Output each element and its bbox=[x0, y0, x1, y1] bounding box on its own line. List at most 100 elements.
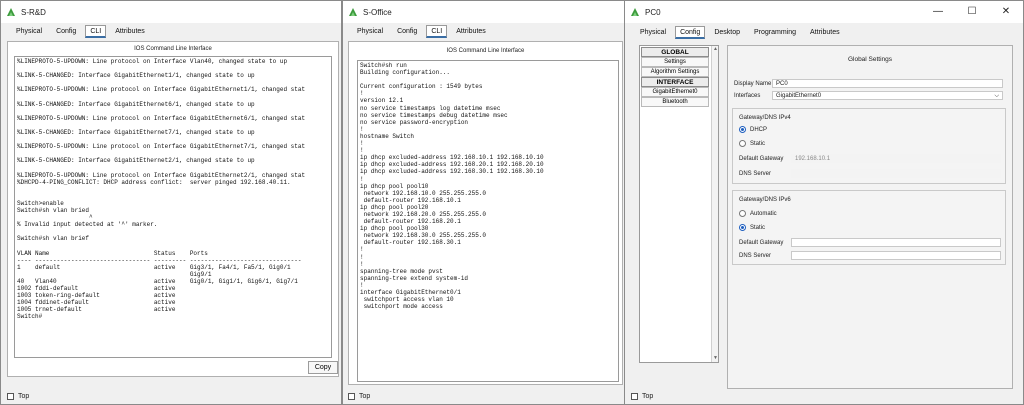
tab-physical[interactable]: Physical bbox=[11, 25, 47, 38]
top-label: Top bbox=[18, 393, 30, 400]
dhcp-label: DHCP bbox=[750, 126, 768, 133]
cli-terminal[interactable]: %LINEPROTO-5-UPDOWN: Line protocol on In… bbox=[14, 56, 332, 358]
top-checkbox[interactable]: Top bbox=[631, 393, 653, 400]
tab-attributes[interactable]: Attributes bbox=[110, 25, 150, 38]
copy-button[interactable]: Copy bbox=[308, 361, 338, 374]
nav-item[interactable]: Settings bbox=[641, 57, 709, 67]
terminal-line: Switch>enable bbox=[17, 199, 64, 207]
device-tabs: Physical Config CLI Attributes bbox=[352, 25, 624, 39]
terminal-line: 1 default active Gig3/1, Fa4/1, Fa5/1, G… bbox=[17, 263, 291, 271]
window-titlebar[interactable]: PC0 — ☐ ✕ bbox=[625, 1, 1023, 23]
checkbox-box[interactable] bbox=[348, 393, 355, 400]
terminal-line: 1004 fddinet-default active bbox=[17, 299, 176, 307]
nav-item[interactable]: Algorithm Settings bbox=[641, 67, 709, 77]
radio-selected-icon[interactable] bbox=[739, 126, 746, 133]
tab-physical[interactable]: Physical bbox=[352, 25, 388, 38]
terminal-line: ip dhcp pool pool30 bbox=[360, 225, 429, 233]
ipv6-dns-label: DNS Server bbox=[739, 253, 772, 259]
terminal-line: network 192.168.10.0 255.255.255.0 bbox=[360, 189, 487, 197]
ipv6-title: Gateway/DNS IPv6 bbox=[739, 197, 791, 203]
terminal-line: no service timestamps debug datetime mse… bbox=[360, 111, 508, 119]
nav-scrollbar[interactable]: ▲ ▼ bbox=[711, 46, 718, 362]
window-title: PC0 bbox=[645, 7, 661, 17]
terminal-line: %LINK-5-CHANGED: Interface GigabitEthern… bbox=[17, 157, 255, 165]
ipv4-gateway-label: Default Gateway bbox=[739, 156, 784, 162]
terminal-line: switchport mode access bbox=[360, 303, 443, 311]
terminal-line: interface GigabitEthernet0/1 bbox=[360, 289, 461, 296]
display-name-field[interactable]: PC0 bbox=[772, 79, 1003, 88]
tab-config[interactable]: Config bbox=[392, 25, 422, 38]
interfaces-value: GigabitEthernet0 bbox=[776, 93, 822, 99]
terminal-line: no service timestamps log datetime msec bbox=[360, 104, 501, 112]
cli-panel-title: IOS Command Line Interface bbox=[134, 46, 212, 52]
ipv4-dns-field[interactable] bbox=[791, 169, 1001, 178]
ipv6-automatic-radio[interactable]: Automatic bbox=[739, 210, 777, 217]
chevron-down-icon[interactable]: ⌵ bbox=[994, 92, 999, 100]
section-title: Global Settings bbox=[847, 56, 893, 63]
terminal-line: %LINEPROTO-5-UPDOWN: Line protocol on In… bbox=[17, 86, 306, 94]
terminal-line: Building configuration... bbox=[360, 69, 451, 77]
terminal-line: Switch#sh vlan bried bbox=[17, 206, 90, 214]
radio-unselected-icon[interactable] bbox=[739, 210, 746, 217]
scroll-down-icon[interactable]: ▼ bbox=[712, 355, 719, 362]
checkbox-box[interactable] bbox=[631, 393, 638, 400]
static-label: Static bbox=[750, 140, 766, 147]
cli-panel-title: IOS Command Line Interface bbox=[446, 48, 525, 54]
ipv6-dns-field[interactable] bbox=[791, 251, 1001, 260]
terminal-line: ! bbox=[360, 281, 364, 289]
terminal-line: version 12.1 bbox=[360, 97, 404, 105]
close-button[interactable]: ✕ bbox=[989, 1, 1023, 23]
tab-attributes[interactable]: Attributes bbox=[805, 26, 845, 39]
nav-item[interactable]: Bluetooth bbox=[641, 97, 709, 107]
terminal-line: Switch# bbox=[17, 313, 43, 321]
minimize-button[interactable]: — bbox=[921, 1, 955, 23]
tab-attributes[interactable]: Attributes bbox=[451, 25, 491, 38]
terminal-line: ! bbox=[360, 140, 364, 148]
tab-config[interactable]: Config bbox=[51, 25, 81, 38]
window-controls: — ☐ ✕ bbox=[921, 1, 1023, 23]
radio-unselected-icon[interactable] bbox=[739, 140, 746, 147]
cli-terminal[interactable]: Switch#sh run Building configuration... Cu… bbox=[357, 60, 619, 382]
tab-config[interactable]: Config bbox=[675, 26, 706, 39]
ipv4-gateway-field[interactable]: 192.168.10.1 bbox=[791, 154, 1001, 163]
packet-tracer-icon bbox=[7, 8, 15, 16]
maximize-button[interactable]: ☐ bbox=[955, 1, 989, 23]
terminal-line: Switch#sh vlan brief bbox=[17, 235, 90, 243]
window-titlebar[interactable]: S-R&D bbox=[1, 1, 341, 23]
tab-cli[interactable]: CLI bbox=[85, 25, 107, 38]
ipv4-static-radio[interactable]: Static bbox=[739, 140, 765, 147]
tab-physical[interactable]: Physical bbox=[635, 26, 671, 39]
ipv6-gateway-field[interactable] bbox=[791, 238, 1001, 247]
nav-item[interactable]: GigabitEthernet0 bbox=[641, 87, 709, 97]
top-checkbox[interactable]: Top bbox=[7, 393, 29, 400]
top-checkbox[interactable]: Top bbox=[348, 393, 370, 400]
tab-programming[interactable]: Programming bbox=[749, 26, 801, 39]
ipv6-static-radio[interactable]: Static bbox=[739, 224, 765, 231]
interfaces-select[interactable]: GigabitEthernet0 ⌵ bbox=[772, 91, 1003, 100]
terminal-line: default-router 192.168.30.1 bbox=[360, 239, 461, 247]
ipv4-group: Gateway/DNS IPv4 DHCP Static Default Gat… bbox=[732, 108, 1006, 184]
window-s-rnd: S-R&D Physical Config CLI Attributes IOS… bbox=[0, 0, 342, 405]
tab-cli[interactable]: CLI bbox=[426, 25, 448, 38]
terminal-line: ! bbox=[360, 246, 364, 254]
terminal-line: %LINK-5-CHANGED: Interface GigabitEthern… bbox=[17, 72, 255, 80]
terminal-line: spanning-tree extend system-id bbox=[360, 274, 469, 282]
window-titlebar[interactable]: S-Office bbox=[343, 1, 624, 23]
scroll-up-icon[interactable]: ▲ bbox=[712, 46, 719, 53]
top-label: Top bbox=[642, 393, 654, 400]
tab-desktop[interactable]: Desktop bbox=[709, 26, 745, 39]
config-nav-list: GLOBAL Settings Algorithm Settings INTERFAC… bbox=[639, 45, 719, 363]
radio-selected-icon[interactable] bbox=[739, 224, 746, 231]
terminal-line: %LINK-5-CHANGED: Interface GigabitEthern… bbox=[17, 128, 255, 136]
terminal-line: ip dhcp excluded-address 192.168.20.1 19… bbox=[360, 161, 544, 169]
ipv6-group: Gateway/DNS IPv6 Automatic Static Defaul… bbox=[732, 190, 1006, 265]
ipv4-dhcp-radio[interactable]: DHCP bbox=[739, 126, 767, 133]
terminal-line: %LINEPROTO-5-UPDOWN: Line protocol on In… bbox=[17, 58, 288, 65]
checkbox-box[interactable] bbox=[7, 393, 14, 400]
